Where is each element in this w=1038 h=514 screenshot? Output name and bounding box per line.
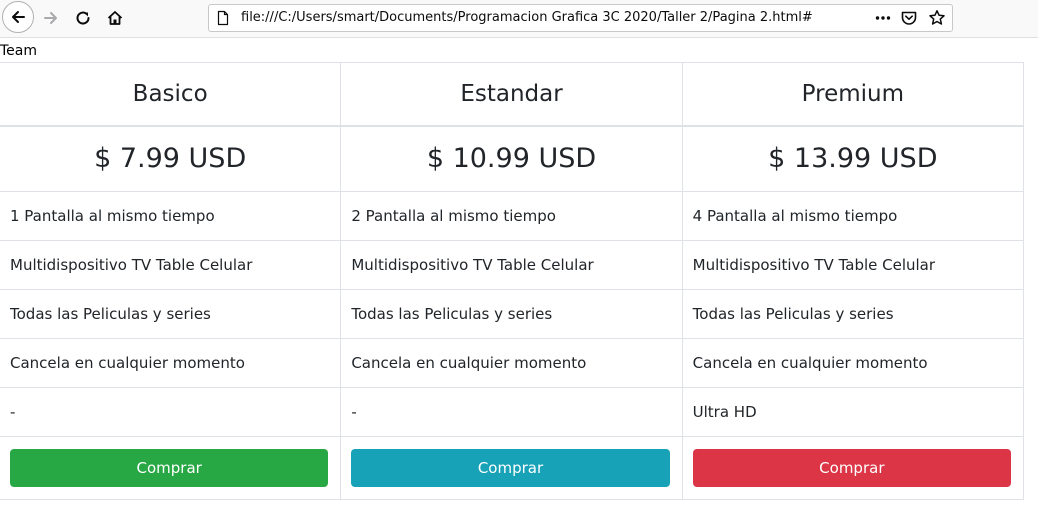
- plan-feature: 2 Pantalla al mismo tiempo: [340, 191, 683, 241]
- reload-icon: [76, 11, 90, 25]
- plan-price: $ 10.99 USD: [340, 125, 683, 192]
- plan-name-row: Basico Estandar Premium: [0, 62, 1025, 127]
- purchase-cell: Comprar: [0, 436, 342, 500]
- plan-feature: Multidispositivo TV Table Celular: [340, 240, 683, 290]
- purchase-cell: Comprar: [340, 436, 683, 500]
- plan-price: $ 7.99 USD: [0, 125, 342, 192]
- more-dots-icon: [875, 16, 891, 20]
- plan-feature: Todas las Peliculas y series: [0, 289, 342, 339]
- plan-feature: Cancela en cualquier momento: [340, 338, 683, 388]
- feature-row: 1 Pantalla al mismo tiempo 2 Pantalla al…: [0, 191, 1025, 241]
- feature-row: - - Ultra HD: [0, 387, 1025, 437]
- forward-arrow-icon: [44, 12, 57, 24]
- plan-name: Estandar: [340, 62, 683, 127]
- purchase-cell: Comprar: [681, 436, 1025, 500]
- plan-name: Premium: [681, 62, 1025, 127]
- purchase-row: Comprar Comprar Comprar: [0, 436, 1025, 500]
- plan-price: $ 13.99 USD: [681, 125, 1025, 192]
- home-icon: [107, 11, 123, 25]
- back-arrow-icon: [12, 11, 25, 23]
- plan-feature: Cancela en cualquier momento: [681, 338, 1025, 388]
- pricing-table: Basico Estandar Premium $ 7.99 USD $ 10.…: [0, 62, 1025, 500]
- plan-feature: Todas las Peliculas y series: [681, 289, 1025, 339]
- plan-feature: -: [340, 387, 683, 437]
- back-button[interactable]: [2, 1, 34, 33]
- plan-feature: 1 Pantalla al mismo tiempo: [0, 191, 342, 241]
- plan-price-row: $ 7.99 USD $ 10.99 USD $ 13.99 USD: [0, 125, 1025, 192]
- bookmark-button[interactable]: [927, 8, 947, 28]
- url-text[interactable]: file:///C:/Users/smart/Documents/Program…: [241, 10, 813, 25]
- page-heading: Team: [0, 43, 38, 59]
- page-actions-button[interactable]: [873, 8, 893, 28]
- browser-toolbar: file:///C:/Users/smart/Documents/Program…: [0, 0, 1038, 38]
- feature-row: Multidispositivo TV Table Celular Multid…: [0, 240, 1025, 290]
- plan-name: Basico: [0, 62, 342, 127]
- pocket-button[interactable]: [899, 8, 919, 28]
- bookmark-star-icon: [929, 10, 945, 25]
- buy-basico-button[interactable]: Comprar: [10, 449, 329, 487]
- home-button[interactable]: [100, 3, 130, 33]
- plan-feature: 4 Pantalla al mismo tiempo: [681, 191, 1025, 241]
- forward-button[interactable]: [36, 3, 66, 33]
- pocket-icon: [901, 11, 917, 25]
- plan-feature: Cancela en cualquier momento: [0, 338, 342, 388]
- feature-row: Cancela en cualquier momento Cancela en …: [0, 338, 1025, 388]
- buy-estandar-button[interactable]: Comprar: [351, 449, 670, 487]
- plan-feature: -: [0, 387, 342, 437]
- plan-feature: Todas las Peliculas y series: [340, 289, 683, 339]
- plan-feature: Ultra HD: [681, 387, 1025, 437]
- plan-feature: Multidispositivo TV Table Celular: [681, 240, 1025, 290]
- page-icon: [217, 10, 229, 26]
- feature-row: Todas las Peliculas y series Todas las P…: [0, 289, 1025, 339]
- plan-feature: Multidispositivo TV Table Celular: [0, 240, 342, 290]
- buy-premium-button[interactable]: Comprar: [692, 449, 1011, 487]
- address-bar[interactable]: file:///C:/Users/smart/Documents/Program…: [208, 4, 953, 32]
- reload-button[interactable]: [68, 3, 98, 33]
